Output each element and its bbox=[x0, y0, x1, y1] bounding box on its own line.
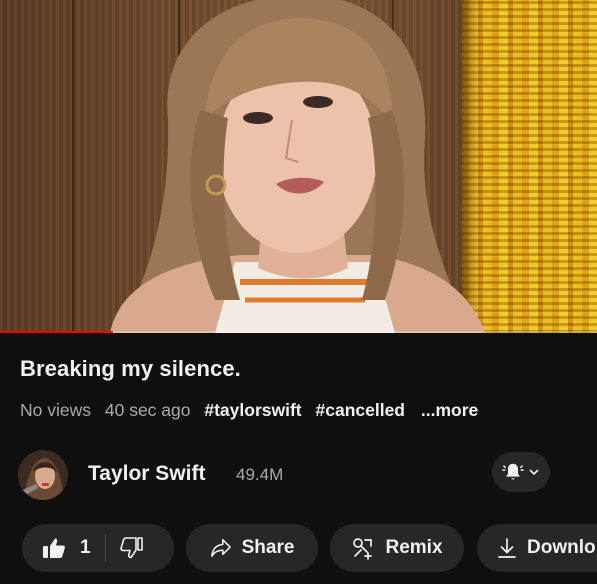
share-icon bbox=[210, 539, 231, 557]
notification-bell-button[interactable] bbox=[492, 452, 550, 492]
like-count[interactable]: 1 bbox=[80, 537, 91, 559]
watch-page: Breaking my silence. No views 40 sec ago… bbox=[0, 0, 597, 584]
view-count: No views bbox=[20, 400, 91, 420]
remix-icon bbox=[353, 538, 373, 560]
video-player[interactable] bbox=[0, 0, 597, 333]
like-divider bbox=[104, 535, 106, 561]
upload-time: 40 sec ago bbox=[104, 400, 191, 420]
channel-avatar[interactable] bbox=[18, 450, 68, 500]
video-meta[interactable]: No views 40 sec ago #taylorswift #cancel… bbox=[20, 400, 487, 421]
video-progress-bar[interactable] bbox=[0, 331, 597, 333]
hashtag[interactable]: #taylorswift bbox=[204, 400, 301, 420]
video-progress-fill bbox=[0, 331, 114, 333]
remix-button[interactable]: Remix bbox=[330, 524, 464, 572]
remix-label: Remix bbox=[385, 537, 443, 558]
thumbs-up-icon[interactable] bbox=[42, 537, 66, 559]
video-title: Breaking my silence. bbox=[20, 356, 241, 381]
video-frame-person bbox=[110, 0, 485, 333]
chevron-down-icon bbox=[529, 469, 539, 476]
thumbs-down-icon[interactable] bbox=[119, 537, 144, 559]
show-more-link[interactable]: ...more bbox=[421, 400, 478, 420]
hashtag[interactable]: #cancelled bbox=[316, 400, 406, 420]
share-button[interactable]: Share bbox=[186, 524, 318, 572]
download-button[interactable]: Downlo bbox=[477, 524, 597, 572]
bell-ringing-icon bbox=[502, 463, 524, 480]
share-label: Share bbox=[241, 537, 295, 558]
like-dislike-group: 1 bbox=[22, 524, 174, 572]
channel-name[interactable]: Taylor Swift bbox=[88, 462, 205, 486]
download-icon bbox=[498, 538, 516, 558]
subscriber-count: 49.4M bbox=[236, 465, 284, 484]
download-label: Downlo bbox=[527, 537, 596, 558]
